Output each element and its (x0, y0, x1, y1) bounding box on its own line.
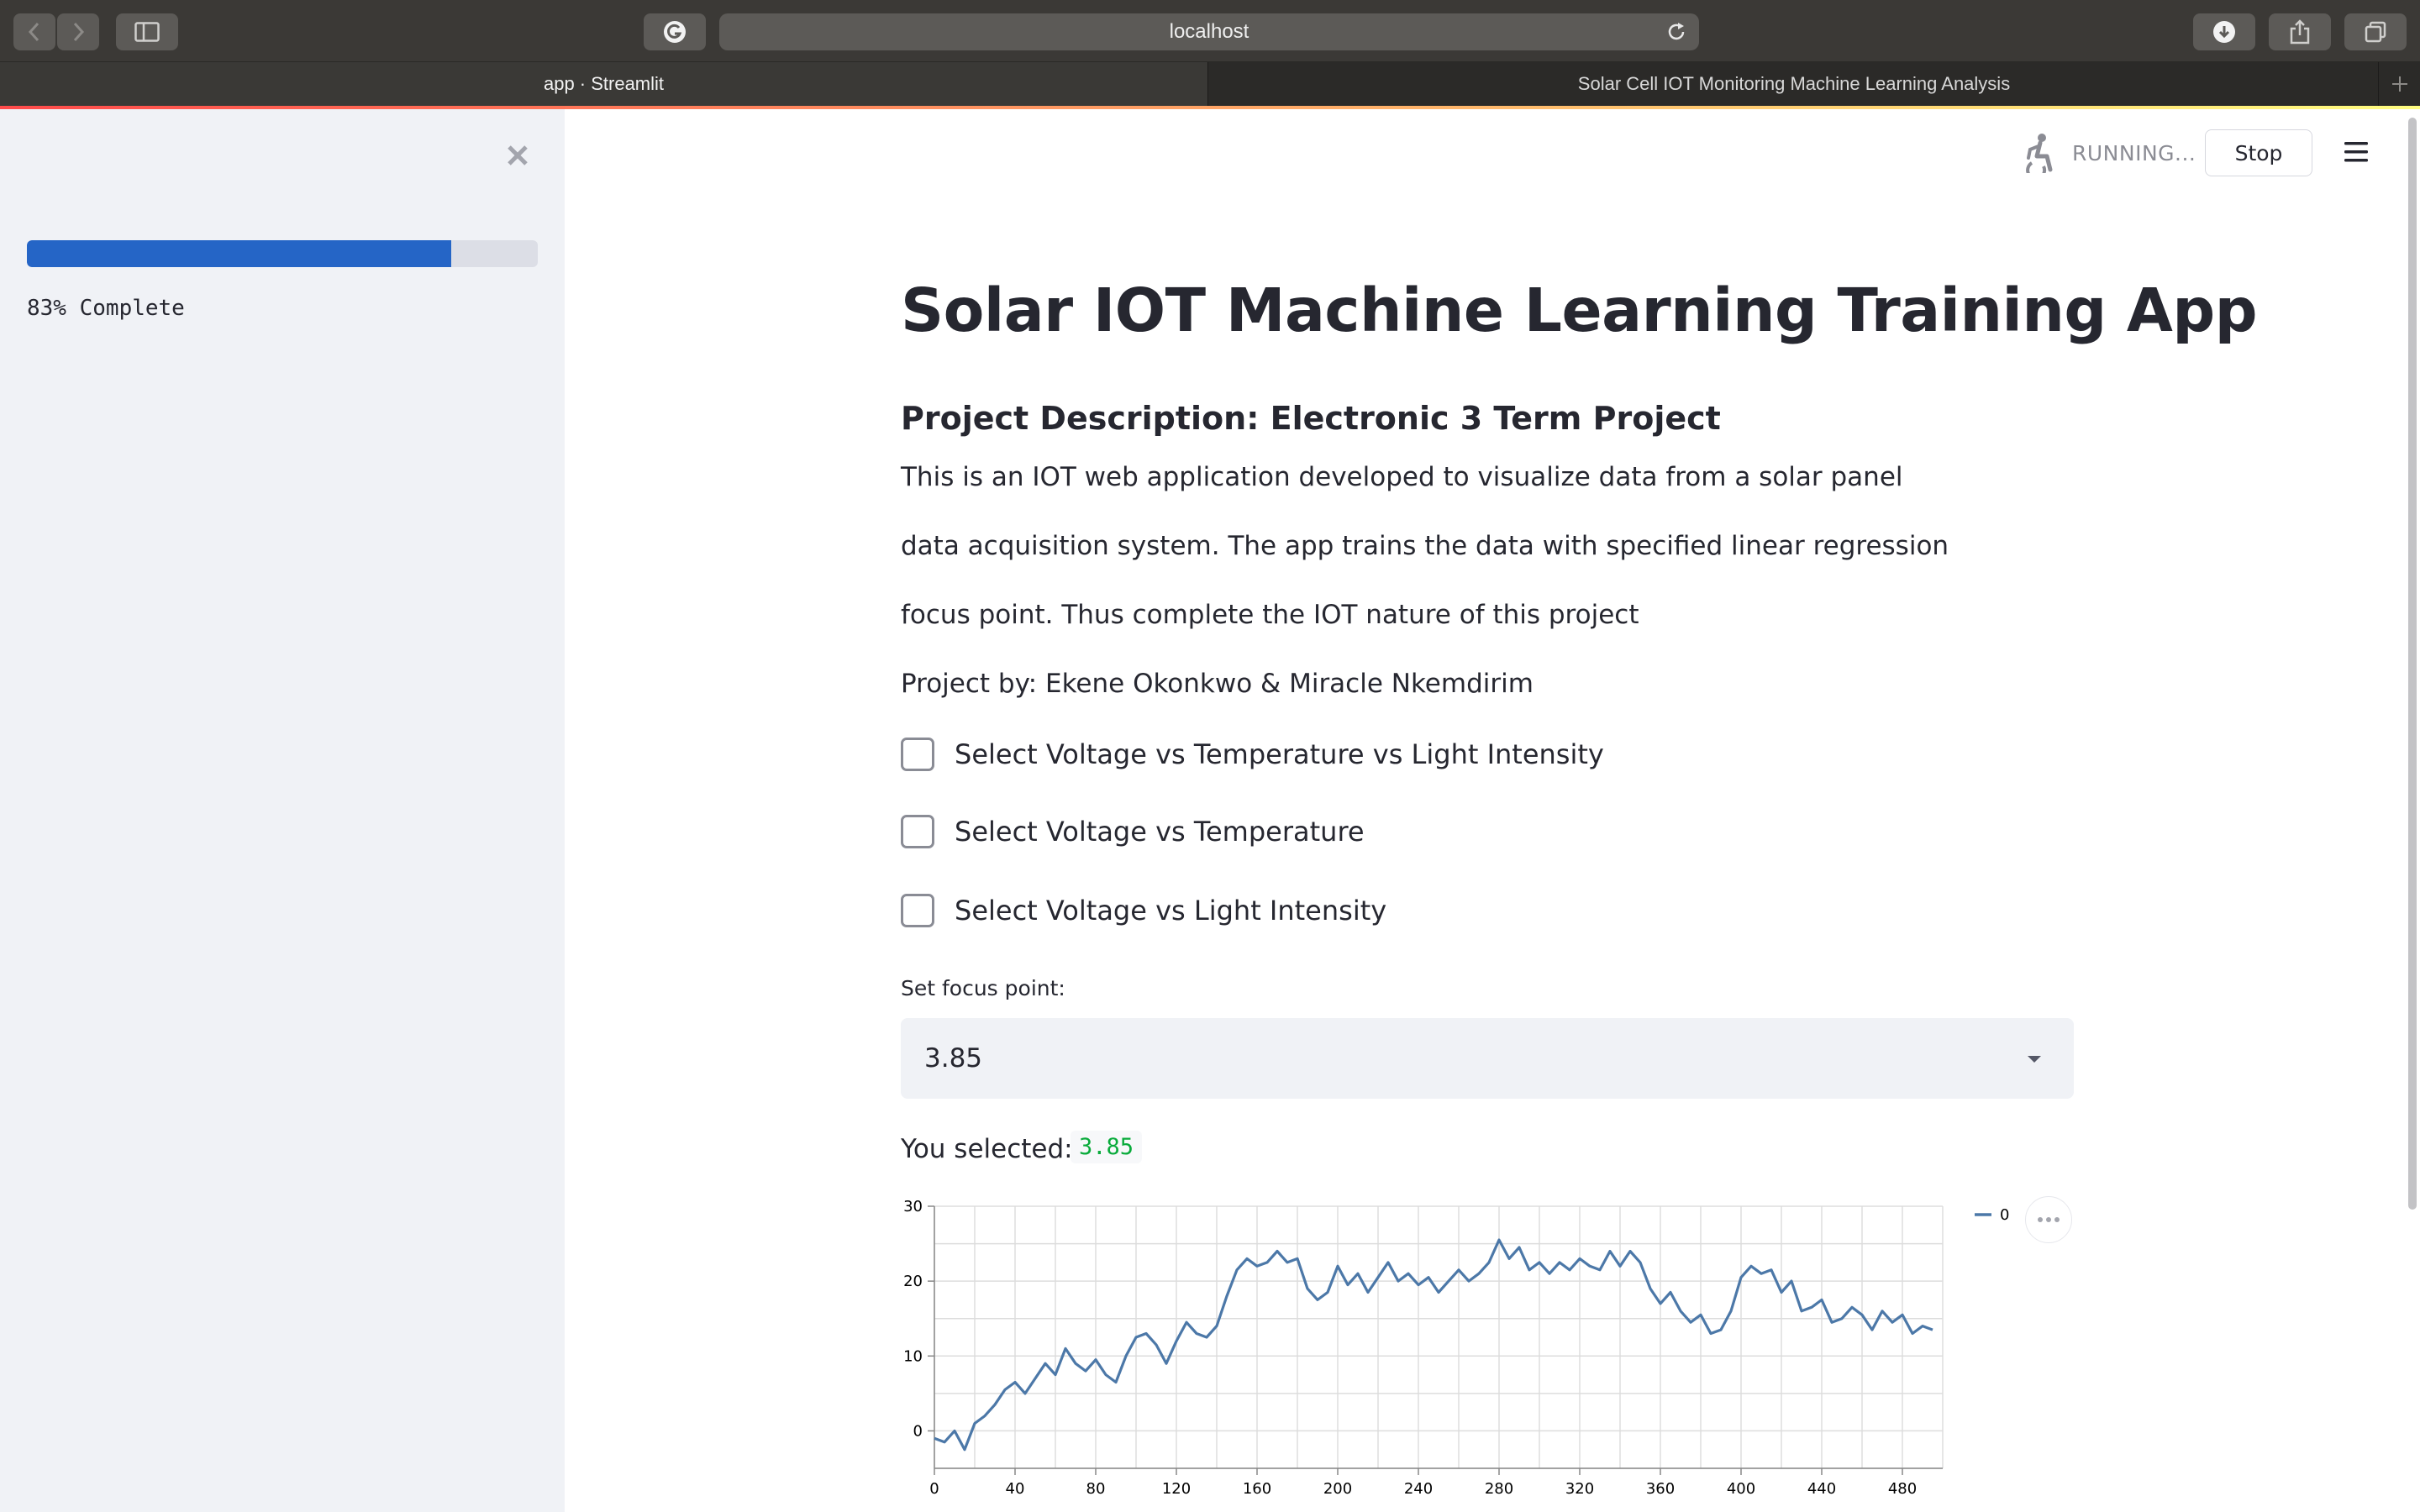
url-text: localhost (1169, 20, 1249, 43)
y-tick-label: 30 (903, 1198, 923, 1215)
chart-axes (934, 1206, 1943, 1469)
legend-label: 0 (2000, 1206, 2009, 1224)
x-tick-label: 0 (929, 1480, 939, 1498)
running-status: RUNNING... (2072, 141, 2196, 165)
back-icon (28, 22, 39, 42)
browser-toolbar: localhost (0, 0, 2420, 62)
description-line-2: data acquisition system. The app trains … (901, 531, 1949, 561)
checkbox-box[interactable] (901, 894, 934, 927)
stop-button[interactable]: Stop (2205, 129, 2312, 176)
progress-bar-fill (27, 240, 451, 267)
x-tick-label: 440 (1807, 1480, 1836, 1498)
new-tab-button[interactable] (2378, 62, 2420, 106)
tab-app-streamlit[interactable]: app · Streamlit (0, 62, 1208, 106)
sidebar-toggle-icon (134, 22, 160, 42)
x-tick-label: 280 (1485, 1480, 1513, 1498)
checkbox-voltage-temp[interactable]: Select Voltage vs Temperature (901, 813, 1365, 850)
x-tick-label: 80 (1086, 1480, 1106, 1498)
download-icon (2213, 21, 2235, 43)
chart-grid (934, 1205, 1944, 1469)
address-bar[interactable]: localhost (719, 13, 1699, 50)
downloads-button[interactable] (2193, 13, 2255, 50)
share-icon (2290, 19, 2310, 45)
y-axis-ticks: 0 10 20 30 (903, 1198, 934, 1440)
x-tick-label: 360 (1646, 1480, 1675, 1498)
chart-actions-button[interactable] (2025, 1196, 2072, 1243)
new-tab-icon (2391, 76, 2407, 92)
checkbox-box[interactable] (901, 815, 934, 848)
checkbox-box[interactable] (901, 738, 934, 771)
tabs-overview-button[interactable] (2344, 13, 2407, 50)
project-description-heading: Project Description: Electronic 3 Term P… (901, 400, 1721, 437)
forward-icon (73, 22, 85, 42)
sidebar-close-button[interactable] (501, 139, 534, 172)
close-icon (508, 145, 528, 165)
checkbox-label: Select Voltage vs Temperature (955, 816, 1365, 848)
chart-series (934, 1238, 1933, 1452)
x-tick-label: 400 (1727, 1480, 1755, 1498)
x-tick-label: 480 (1888, 1480, 1917, 1498)
chevron-down-icon (2028, 1056, 2041, 1063)
tab-bar: app · Streamlit Solar Cell IOT Monitorin… (0, 62, 2420, 106)
page-scrollbar[interactable] (2408, 118, 2417, 1210)
hamburger-menu-icon[interactable] (2343, 139, 2370, 165)
description-line-1: This is an IOT web application developed… (901, 462, 1903, 492)
focus-point-select[interactable]: 3.85 (901, 1018, 2074, 1099)
forward-button[interactable] (57, 13, 99, 50)
checkbox-voltage-light[interactable]: Select Voltage vs Light Intensity (901, 892, 1386, 929)
y-tick-label: 0 (913, 1422, 923, 1440)
progress-text: 83% Complete (27, 296, 185, 321)
chart-legend: 0 (1975, 1206, 2009, 1224)
progress-bar (27, 240, 538, 267)
sidebar: 83% Complete (0, 109, 565, 1512)
grammarly-icon (664, 21, 686, 43)
tabs-overview-icon (2365, 21, 2386, 43)
x-tick-label: 240 (1404, 1480, 1433, 1498)
x-tick-label: 120 (1162, 1480, 1191, 1498)
sidebar-toggle-button[interactable] (116, 13, 178, 50)
project-authors: Project by: Ekene Okonkwo & Miracle Nkem… (901, 669, 1534, 699)
page-title: Solar IOT Machine Learning Training App (901, 276, 2258, 345)
description-line-3: focus point. Thus complete the IOT natur… (901, 600, 1639, 630)
x-tick-label: 160 (1243, 1480, 1271, 1498)
x-axis-ticks: 0 40 80 120 160 200 240 280 320 360 400 440 480 (929, 1468, 1917, 1498)
x-tick-label: 40 (1006, 1480, 1025, 1498)
share-button[interactable] (2269, 13, 2331, 50)
back-button[interactable] (13, 13, 55, 50)
tab-solar-cell-analysis[interactable]: Solar Cell IOT Monitoring Machine Learni… (1210, 62, 2378, 106)
y-tick-label: 10 (903, 1347, 923, 1365)
grammarly-button[interactable] (644, 13, 706, 50)
series-line (934, 1238, 1933, 1452)
selected-value-code: 3.85 (1071, 1131, 1143, 1163)
running-person-icon (2026, 134, 2053, 173)
more-horizontal-icon (2038, 1217, 2060, 1222)
x-tick-label: 320 (1565, 1480, 1594, 1498)
checkbox-voltage-temp-light[interactable]: Select Voltage vs Temperature vs Light I… (901, 736, 1604, 773)
focus-point-label: Set focus point: (901, 976, 1065, 1000)
reload-icon[interactable] (1665, 21, 1687, 43)
focus-point-value: 3.85 (924, 1043, 983, 1074)
x-tick-label: 200 (1323, 1480, 1352, 1498)
you-selected-label: You selected: (901, 1134, 1073, 1164)
checkbox-label: Select Voltage vs Light Intensity (955, 895, 1387, 927)
line-chart[interactable]: 0 40 80 120 160 200 240 280 320 360 400 440 480 0102… (891, 1183, 2017, 1512)
y-tick-label: 20 (903, 1273, 923, 1290)
checkbox-label: Select Voltage vs Temperature vs Light I… (955, 738, 1604, 770)
